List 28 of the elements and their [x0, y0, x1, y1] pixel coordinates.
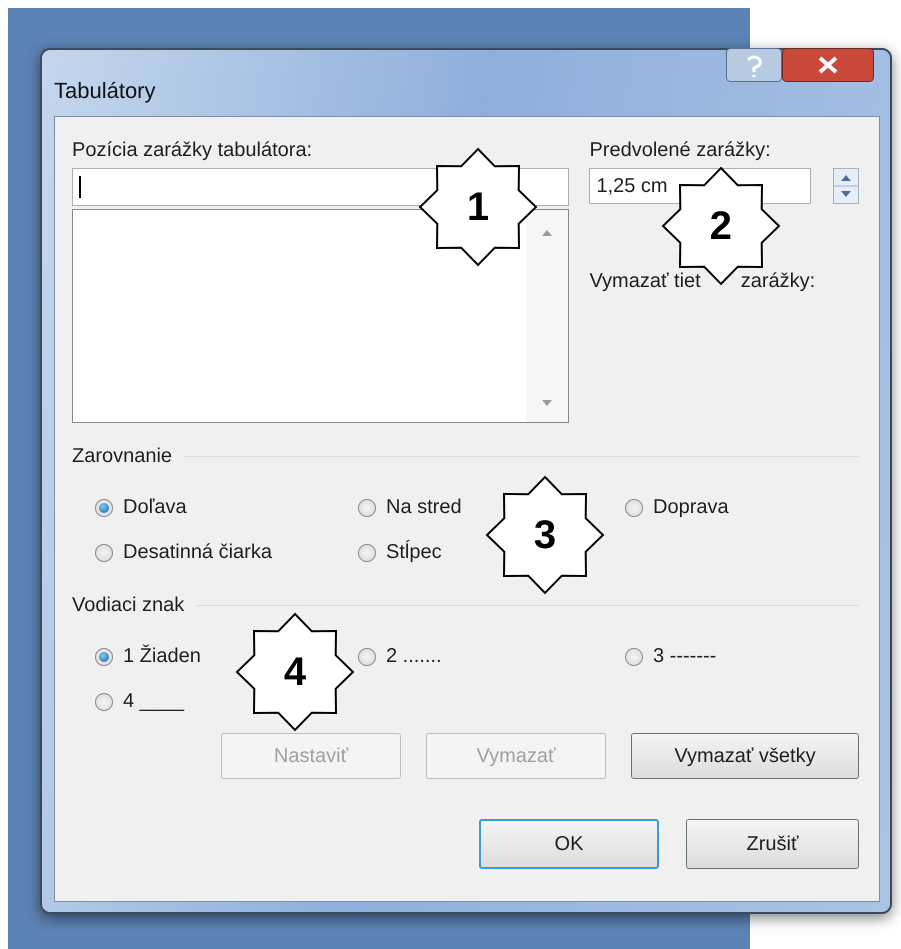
field-label: zarážky: [740, 270, 816, 293]
radio-option[interactable]: Na stred [358, 496, 462, 519]
field-label: Pozícia zarážky tabulátora: [72, 139, 314, 162]
spin-button[interactable] [833, 168, 859, 204]
field-label: Vymazať tiet [589, 270, 701, 293]
up-arrow-icon [540, 228, 554, 238]
radio-option[interactable]: 1 Žiaden [95, 645, 201, 668]
radio-option[interactable]: 2 ....... [358, 645, 442, 668]
group-heading: Vodiaci znak [72, 594, 184, 617]
radio-option[interactable]: Desatinná čiarka [95, 541, 272, 564]
callout-star: 1 [418, 147, 538, 267]
group-heading: Zarovnanie [72, 445, 172, 468]
help-button[interactable] [726, 48, 782, 82]
radio-option[interactable]: 4 ____ [95, 690, 184, 713]
radio-option[interactable]: Stĺpec [358, 541, 442, 564]
radio-option[interactable]: Doprava [625, 496, 729, 519]
dialog-button[interactable]: Vymazať všetky [631, 733, 859, 779]
close-button[interactable] [782, 48, 874, 82]
radio-option[interactable]: Doľava [95, 496, 187, 519]
dialog-button[interactable]: Zrušiť [686, 819, 859, 869]
radio-option[interactable]: 3 ------- [625, 645, 716, 668]
callout-star: 4 [235, 612, 355, 732]
down-arrow-icon [540, 398, 554, 408]
dialog-button[interactable]: OK [479, 819, 659, 869]
callout-star: 3 [485, 475, 605, 595]
scrollbar[interactable] [526, 210, 568, 422]
window-title: Tabulátory [54, 78, 156, 104]
field-label: Predvolené zarážky: [589, 139, 772, 162]
